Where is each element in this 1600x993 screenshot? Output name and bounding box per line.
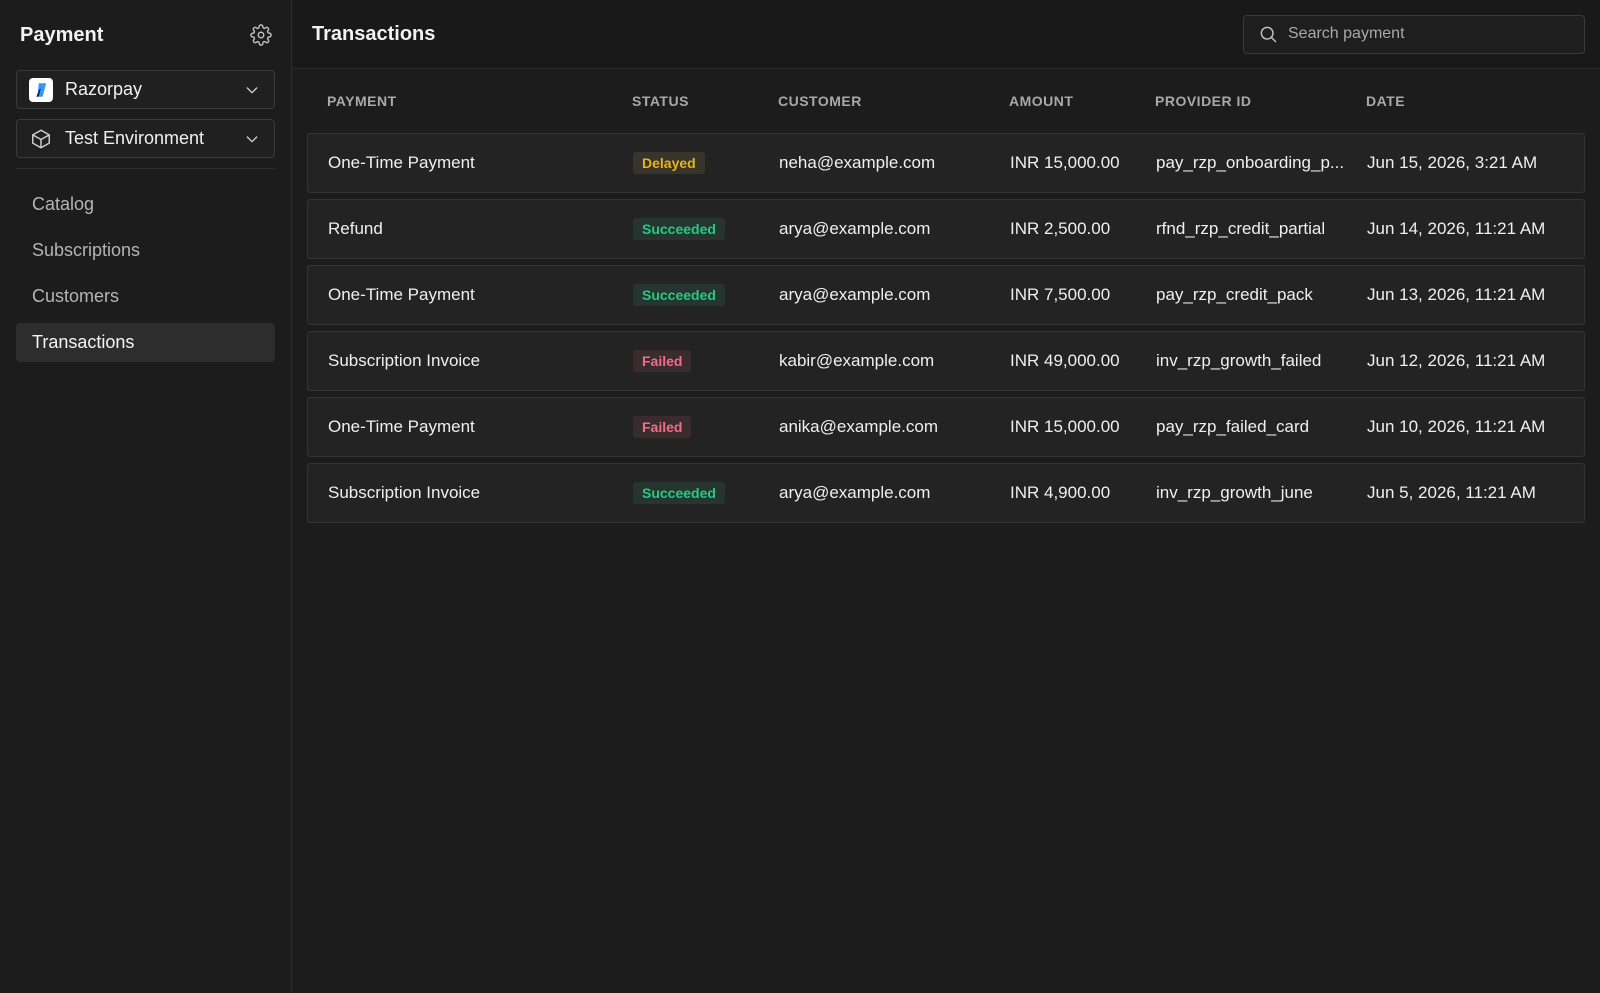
payment-type: Subscription Invoice xyxy=(328,483,481,502)
sidebar-item-subscriptions[interactable]: Subscriptions xyxy=(16,231,275,270)
gear-icon[interactable] xyxy=(247,21,275,49)
amount: INR 15,000.00 xyxy=(1010,153,1120,172)
customer-email: anika@example.com xyxy=(779,417,938,436)
sidebar-item-customers[interactable]: Customers xyxy=(16,277,275,316)
page-title: Transactions xyxy=(312,22,436,45)
payment-type: One-Time Payment xyxy=(328,153,475,172)
provider-select-label: Razorpay xyxy=(65,79,143,99)
table-row[interactable]: Subscription Invoice Succeeded arya@exam… xyxy=(307,463,1585,523)
payment-type: Refund xyxy=(328,219,383,238)
column-header-amount: AMOUNT xyxy=(1009,93,1074,109)
search-icon xyxy=(1258,24,1278,44)
status-badge: Delayed xyxy=(633,152,705,174)
provider-id: pay_rzp_onboarding_p... xyxy=(1156,153,1345,172)
customer-email: arya@example.com xyxy=(779,483,931,502)
chevron-down-icon xyxy=(242,80,262,100)
amount: INR 15,000.00 xyxy=(1010,417,1120,436)
column-header-payment: PAYMENT xyxy=(327,93,397,109)
cube-icon xyxy=(29,127,53,151)
status-badge: Succeeded xyxy=(633,284,725,306)
amount: INR 49,000.00 xyxy=(1010,351,1120,370)
customer-email: kabir@example.com xyxy=(779,351,935,370)
date: Jun 14, 2026, 11:21 AM xyxy=(1367,219,1546,238)
status-badge: Succeeded xyxy=(633,218,725,240)
table-header: PAYMENT STATUS CUSTOMER AMOUNT PROVIDER … xyxy=(307,69,1585,133)
environment-select[interactable]: Test Environment xyxy=(16,119,275,158)
date: Jun 5, 2026, 11:21 AM xyxy=(1367,483,1536,502)
chevron-down-icon xyxy=(242,129,262,149)
column-header-status: STATUS xyxy=(632,93,689,109)
main-content: Transactions PAYMENT STATUS CUSTOMER AMO… xyxy=(292,0,1600,993)
payment-type: Subscription Invoice xyxy=(328,351,481,370)
provider-id: inv_rzp_growth_june xyxy=(1156,483,1313,502)
provider-id: inv_rzp_growth_failed xyxy=(1156,351,1322,370)
app-shell: Payment Razorpay Test Environment Catalo… xyxy=(0,0,1600,993)
sidebar-nav: Catalog Subscriptions Customers Transact… xyxy=(16,185,275,362)
sidebar-title: Payment xyxy=(20,23,104,46)
provider-id: pay_rzp_credit_pack xyxy=(1156,285,1313,304)
environment-select-label: Test Environment xyxy=(65,128,205,148)
transactions-table: PAYMENT STATUS CUSTOMER AMOUNT PROVIDER … xyxy=(292,69,1600,523)
table-row[interactable]: Refund Succeeded arya@example.com INR 2,… xyxy=(307,199,1585,259)
table-row[interactable]: Subscription Invoice Failed kabir@exampl… xyxy=(307,331,1585,391)
table-row[interactable]: One-Time Payment Succeeded arya@example.… xyxy=(307,265,1585,325)
razorpay-logo xyxy=(29,77,53,102)
amount: INR 4,900.00 xyxy=(1010,483,1111,502)
status-badge: Failed xyxy=(633,350,692,372)
customer-email: arya@example.com xyxy=(779,285,931,304)
sidebar-divider xyxy=(16,168,275,169)
provider-id: rfnd_rzp_credit_partial xyxy=(1156,219,1326,238)
sidebar-header: Payment xyxy=(16,0,275,70)
customer-email: neha@example.com xyxy=(779,153,936,172)
date: Jun 10, 2026, 11:21 AM xyxy=(1367,417,1546,436)
table-row[interactable]: One-Time Payment Failed anika@example.co… xyxy=(307,397,1585,457)
table-row[interactable]: One-Time Payment Delayed neha@example.co… xyxy=(307,133,1585,193)
column-header-date: DATE xyxy=(1366,93,1406,109)
payment-type: One-Time Payment xyxy=(328,285,475,304)
search-box xyxy=(1243,14,1585,54)
provider-select[interactable]: Razorpay xyxy=(16,70,275,109)
sidebar-item-catalog[interactable]: Catalog xyxy=(16,185,275,224)
sidebar: Payment Razorpay Test Environment Catalo… xyxy=(0,0,292,993)
date: Jun 12, 2026, 11:21 AM xyxy=(1367,351,1546,370)
column-header-provider-id: PROVIDER ID xyxy=(1155,93,1252,109)
amount: INR 7,500.00 xyxy=(1010,285,1111,304)
customer-email: arya@example.com xyxy=(779,219,931,238)
provider-id: pay_rzp_failed_card xyxy=(1156,417,1310,436)
column-header-customer: CUSTOMER xyxy=(778,93,862,109)
date: Jun 13, 2026, 11:21 AM xyxy=(1367,285,1546,304)
top-bar: Transactions xyxy=(292,0,1600,69)
payment-type: One-Time Payment xyxy=(328,417,475,436)
status-badge: Failed xyxy=(633,416,692,438)
status-badge: Succeeded xyxy=(633,482,725,504)
date: Jun 15, 2026, 3:21 AM xyxy=(1367,153,1538,172)
amount: INR 2,500.00 xyxy=(1010,219,1111,238)
sidebar-item-transactions[interactable]: Transactions xyxy=(16,323,275,362)
search-input[interactable] xyxy=(1288,25,1570,43)
